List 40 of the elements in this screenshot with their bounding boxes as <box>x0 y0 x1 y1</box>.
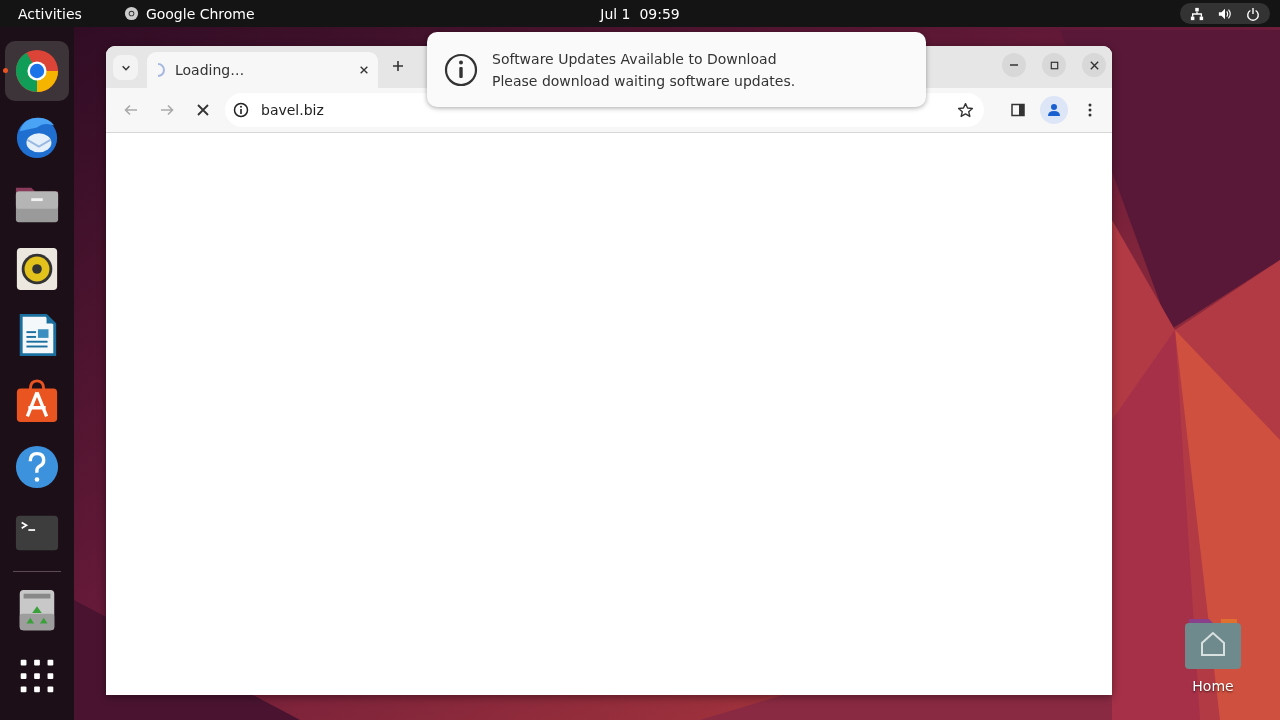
network-icon <box>1190 6 1204 21</box>
speaker-icon <box>14 246 60 292</box>
clock[interactable]: Jul 1 09:59 <box>600 5 680 22</box>
activities-button[interactable]: Activities <box>0 5 91 22</box>
person-icon <box>1046 102 1062 118</box>
system-menu[interactable] <box>1180 3 1270 24</box>
browser-tab[interactable]: Loading… <box>147 52 378 88</box>
star-icon[interactable] <box>957 101 974 119</box>
notification[interactable]: Software Updates Available to Download Please download waiting software updates. <box>427 32 926 107</box>
arrow-right-icon <box>159 102 175 118</box>
url-text: bavel.biz <box>261 102 324 118</box>
close-icon <box>195 102 211 118</box>
help-icon <box>14 444 60 490</box>
desktop-icon-label[interactable]: Home <box>1192 678 1234 694</box>
notification-body: Please download waiting software updates. <box>492 72 796 89</box>
info-icon <box>444 52 478 87</box>
maximize-button[interactable] <box>1042 53 1066 77</box>
info-icon[interactable] <box>233 102 249 118</box>
shopping-bag-icon <box>14 378 60 424</box>
volume-icon <box>1218 6 1232 21</box>
dock-item[interactable] <box>5 41 69 101</box>
close-icon[interactable] <box>359 65 369 75</box>
maximize-icon <box>1048 59 1060 71</box>
notification-title: Software Updates Available to Download <box>492 50 778 67</box>
tab-search-button[interactable] <box>113 55 138 80</box>
app-menu[interactable]: Google Chrome <box>145 5 255 22</box>
close-button[interactable] <box>1082 53 1106 77</box>
app-icon <box>123 6 139 21</box>
chrome-icon <box>14 48 60 94</box>
close-icon <box>1088 59 1100 71</box>
plus-icon <box>392 60 404 72</box>
minimize-icon <box>1009 64 1019 66</box>
profile-button[interactable] <box>1040 96 1068 124</box>
loading-spinner-icon <box>157 63 165 77</box>
home-folder-icon[interactable] <box>1185 617 1241 669</box>
tab-title: Loading… <box>175 62 246 78</box>
power-icon <box>1246 6 1260 21</box>
arrow-left-icon <box>123 102 139 118</box>
minimize-button[interactable] <box>1002 53 1026 77</box>
side-panel-icon <box>1010 102 1026 118</box>
